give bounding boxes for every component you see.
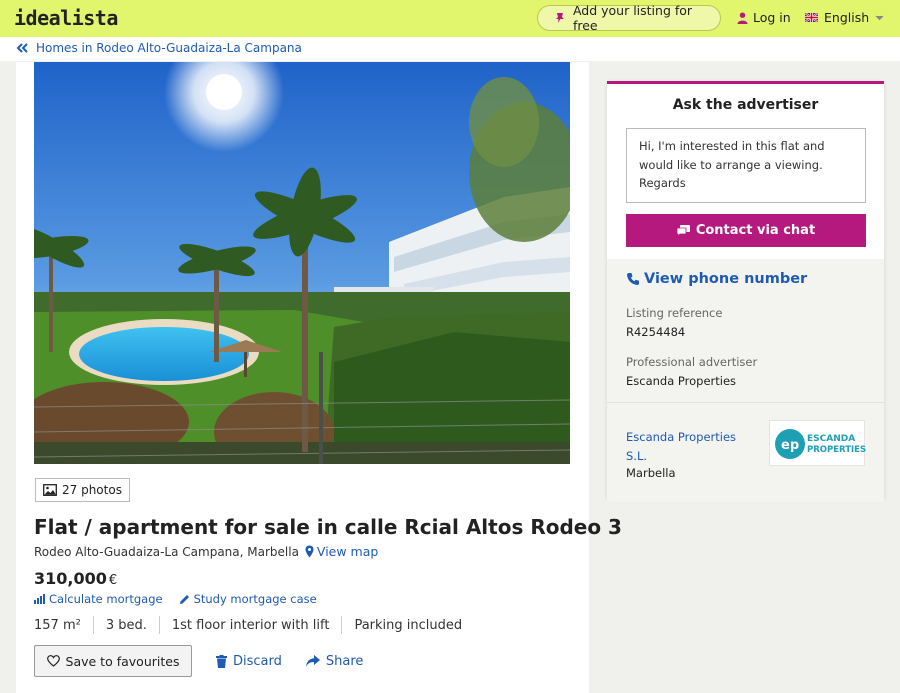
advertiser-type-label: Professional advertiser bbox=[626, 355, 758, 369]
bar-chart-icon bbox=[34, 594, 45, 604]
top-navbar: idealista Add your listing for free Log … bbox=[0, 0, 900, 37]
contact-panel: Ask the advertiser Hi, I'm interested in… bbox=[607, 81, 884, 502]
agency-city: Marbella bbox=[626, 466, 676, 480]
map-pin-icon bbox=[305, 545, 314, 558]
escanda-logo-image: ep ESCANDA PROPERTIES bbox=[775, 429, 866, 459]
idealista-logo[interactable]: idealista bbox=[14, 6, 118, 30]
mortgage-links: Calculate mortgage Study mortgage case bbox=[34, 592, 317, 606]
agency-section: Escanda Properties S.L. Marbella ep ESCA… bbox=[607, 402, 884, 502]
login-link[interactable]: Log in bbox=[737, 10, 791, 25]
listing-reference-label: Listing reference bbox=[626, 306, 723, 320]
svg-text:ESCANDA: ESCANDA bbox=[807, 434, 855, 444]
share-label: Share bbox=[325, 653, 364, 669]
share-button[interactable]: Share bbox=[305, 653, 364, 669]
breadcrumb-label: Homes in Rodeo Alto-Guadaiza-La Campana bbox=[36, 41, 302, 55]
contact-title: Ask the advertiser bbox=[672, 97, 819, 113]
user-icon bbox=[737, 12, 748, 24]
listing-actions: Save to favourites Discard Share bbox=[34, 645, 363, 677]
heart-icon bbox=[46, 655, 60, 667]
save-favourite-label: Save to favourites bbox=[65, 653, 180, 669]
breadcrumb-back-link[interactable]: Homes in Rodeo Alto-Guadaiza-La Campana bbox=[16, 41, 302, 55]
agency-logo[interactable]: ep ESCANDA PROPERTIES bbox=[769, 420, 866, 466]
trash-icon bbox=[216, 654, 227, 668]
listing-reference-value: R4254484 bbox=[626, 325, 686, 339]
uk-flag-icon bbox=[805, 13, 818, 22]
feature-bedrooms: 3 bed. bbox=[105, 617, 147, 633]
agency-name-link[interactable]: Escanda Properties S.L. bbox=[626, 428, 746, 465]
calculate-mortgage-label: Calculate mortgage bbox=[49, 592, 163, 606]
listing-features: 157 m² 3 bed. 1st floor interior with li… bbox=[34, 616, 462, 634]
calculate-mortgage-link[interactable]: Calculate mortgage bbox=[34, 592, 163, 606]
view-phone-label: View phone number bbox=[644, 271, 808, 287]
contact-chat-button[interactable]: Contact via chat bbox=[626, 214, 866, 247]
discard-label: Discard bbox=[233, 653, 282, 669]
view-phone-link[interactable]: View phone number bbox=[626, 271, 807, 287]
phone-icon bbox=[627, 273, 639, 285]
listing-title: Flat / apartment for sale in calle Rcial… bbox=[34, 515, 622, 539]
listing-location: Rodeo Alto-Guadaiza-La Campana, Marbella… bbox=[34, 544, 378, 559]
advertiser-name: Escanda Properties bbox=[626, 374, 737, 388]
main-photo[interactable] bbox=[34, 62, 570, 464]
pencil-icon bbox=[179, 594, 189, 604]
feature-divider bbox=[92, 616, 94, 634]
listing-card: 27 photos Flat / apartment for sale in c… bbox=[16, 62, 622, 693]
study-mortgage-label: Study mortgage case bbox=[193, 592, 317, 606]
chat-icon bbox=[676, 224, 690, 237]
chevron-down-icon bbox=[875, 15, 884, 20]
photos-count-button[interactable]: 27 photos bbox=[35, 478, 130, 502]
double-chevron-left-icon bbox=[16, 43, 28, 53]
feature-parking: Parking included bbox=[354, 617, 463, 633]
price-value: 310,000 bbox=[34, 569, 107, 588]
photos-count-label: 27 photos bbox=[62, 483, 122, 497]
message-textarea[interactable]: Hi, I'm interested in this flat and woul… bbox=[626, 128, 866, 203]
contact-chat-label: Contact via chat bbox=[695, 223, 816, 238]
feature-area: 157 m² bbox=[34, 617, 81, 633]
share-arrow-icon bbox=[305, 655, 320, 667]
feature-divider bbox=[341, 616, 343, 634]
language-label: English bbox=[824, 10, 870, 25]
study-mortgage-link[interactable]: Study mortgage case bbox=[179, 592, 317, 606]
view-map-link[interactable]: View map bbox=[305, 544, 378, 559]
view-map-label: View map bbox=[316, 544, 379, 559]
feature-floor: 1st floor interior with lift bbox=[171, 617, 330, 633]
image-icon bbox=[43, 484, 57, 496]
login-label: Log in bbox=[753, 10, 791, 25]
add-listing-button[interactable]: Add your listing for free bbox=[537, 3, 721, 33]
discard-button[interactable]: Discard bbox=[216, 654, 282, 669]
svg-text:PROPERTIES: PROPERTIES bbox=[807, 445, 866, 455]
listing-price: 310,000 € bbox=[34, 569, 117, 588]
language-selector[interactable]: English bbox=[805, 10, 884, 25]
price-currency: € bbox=[108, 573, 118, 588]
pin-icon bbox=[555, 13, 564, 23]
advertiser-info: View phone number Listing reference R425… bbox=[607, 259, 884, 402]
svg-text:ep: ep bbox=[781, 438, 799, 453]
location-text: Rodeo Alto-Guadaiza-La Campana, Marbella bbox=[34, 544, 299, 559]
feature-divider bbox=[158, 616, 160, 634]
breadcrumb: Homes in Rodeo Alto-Guadaiza-La Campana bbox=[0, 37, 900, 61]
pool-photo-image bbox=[34, 62, 570, 464]
save-favourite-button[interactable]: Save to favourites bbox=[34, 645, 192, 677]
add-listing-label: Add your listing for free bbox=[572, 3, 693, 33]
